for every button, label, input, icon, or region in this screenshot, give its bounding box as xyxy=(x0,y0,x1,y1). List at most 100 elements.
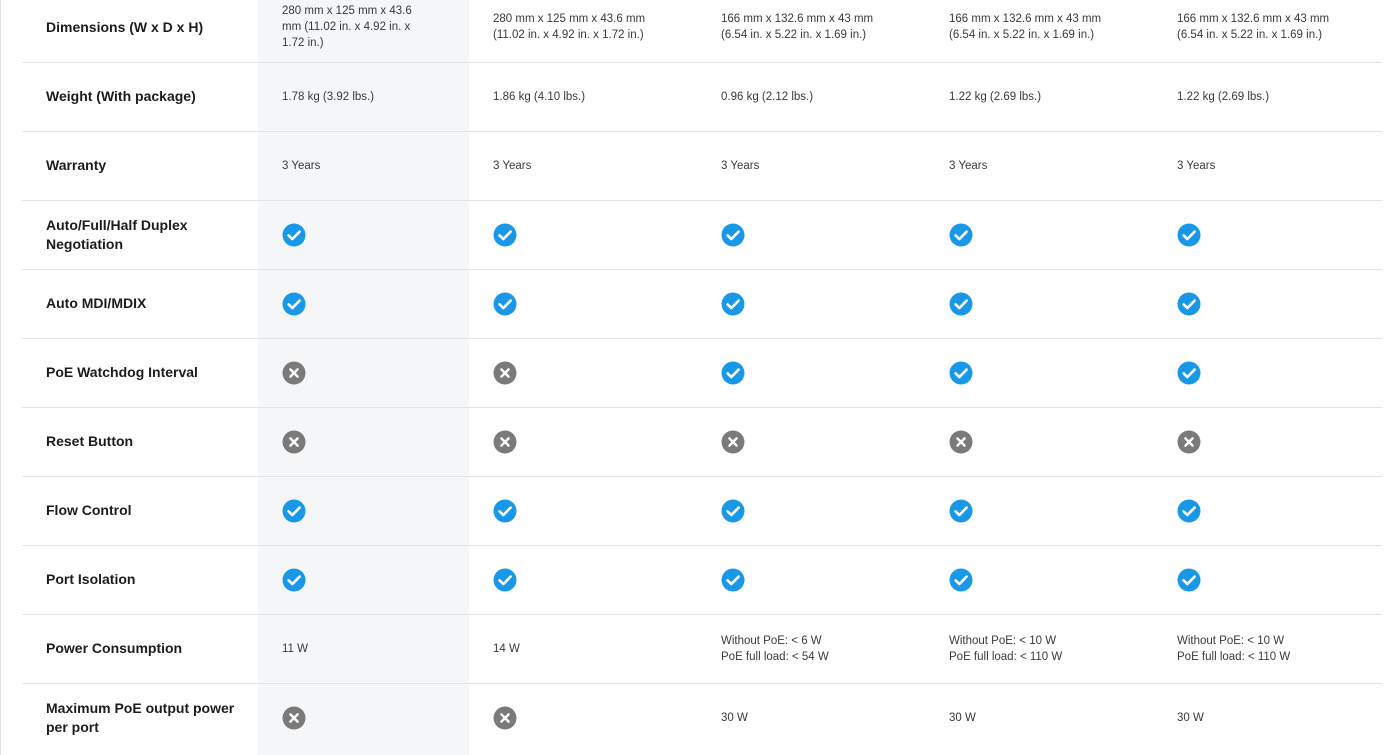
spec-value-text: 3 Years xyxy=(721,159,760,172)
x-circle-icon xyxy=(1177,430,1201,454)
spec-cell: 1.86 kg (4.10 lbs.) xyxy=(469,62,697,132)
spec-row-label: Weight (With package) xyxy=(22,62,258,132)
spec-value-text: 280 mm x 125 mm x 43.6 mm xyxy=(493,13,646,26)
spec-value-text: 280 mm x 125 mm x 43.6 xyxy=(282,5,412,18)
spec-value-text: 1.22 kg (2.69 lbs.) xyxy=(1177,90,1270,103)
spec-cell: 3 Years xyxy=(469,131,697,201)
check-circle-icon xyxy=(493,292,517,316)
spec-cell xyxy=(258,683,469,752)
spec-cell: 30 W xyxy=(925,683,1153,752)
x-circle-icon xyxy=(282,706,306,730)
spec-cell: Without PoE: < 10 W PoE full load: < 110 … xyxy=(1153,614,1382,684)
spec-comparison-table: Dimensions (W x D x H) 280 mm x 125 mm x … xyxy=(22,0,1382,752)
spec-value-text: Without PoE: < 6 W xyxy=(721,634,822,647)
spec-cell xyxy=(258,407,469,477)
spec-value-text: PoE full load: < 110 W xyxy=(1177,650,1291,663)
spec-row-label: Flow Control xyxy=(22,476,258,546)
spec-cell: Without PoE: < 6 W PoE full load: < 54 W xyxy=(697,614,925,684)
spec-cell: 11 W xyxy=(258,614,469,684)
spec-cell: 166 mm x 132.6 mm x 43 mm (6.54 in. x 5.2… xyxy=(1153,0,1382,63)
spec-cell: 166 mm x 132.6 mm x 43 mm (6.54 in. x 5.2… xyxy=(925,0,1153,63)
spec-table-body: Dimensions (W x D x H) 280 mm x 125 mm x … xyxy=(22,0,1382,752)
spec-value-text: 1.72 in.) xyxy=(282,37,324,50)
spec-value-text: 1.86 kg (4.10 lbs.) xyxy=(493,90,586,103)
spec-cell: Without PoE: < 10 W PoE full load: < 110 … xyxy=(925,614,1153,684)
x-circle-icon xyxy=(493,706,517,730)
spec-value-text: (6.54 in. x 5.22 in. x 1.69 in.) xyxy=(721,29,867,42)
spec-value-text: 3 Years xyxy=(949,159,988,172)
spec-cell: 30 W xyxy=(697,683,925,752)
spec-row: Flow Control xyxy=(22,476,1382,546)
spec-row-label: Auto MDI/MDIX xyxy=(22,269,258,339)
x-circle-icon xyxy=(493,430,517,454)
x-circle-icon xyxy=(282,430,306,454)
left-border xyxy=(0,0,1,755)
spec-value-text: PoE full load: < 54 W xyxy=(721,650,829,663)
check-circle-icon xyxy=(721,568,745,592)
spec-cell xyxy=(1153,338,1382,408)
spec-value-text: 3 Years xyxy=(1177,159,1216,172)
spec-cell xyxy=(469,407,697,477)
spec-cell xyxy=(258,269,469,339)
spec-cell: 166 mm x 132.6 mm x 43 mm (6.54 in. x 5.2… xyxy=(697,0,925,63)
spec-row: Auto MDI/MDIX xyxy=(22,269,1382,339)
spec-cell xyxy=(1153,269,1382,339)
x-circle-icon xyxy=(949,430,973,454)
spec-cell xyxy=(697,476,925,546)
check-circle-icon xyxy=(1177,223,1201,247)
spec-cell: 0.96 kg (2.12 lbs.) xyxy=(697,62,925,132)
spec-value-text: mm (11.02 in. x 4.92 in. x xyxy=(282,21,411,34)
spec-cell xyxy=(258,338,469,408)
spec-cell xyxy=(697,407,925,477)
spec-cell xyxy=(258,545,469,615)
spec-cell xyxy=(469,269,697,339)
spec-value-text: 166 mm x 132.6 mm x 43 mm xyxy=(949,13,1102,26)
spec-row-label: Port Isolation xyxy=(22,545,258,615)
spec-value-text: 166 mm x 132.6 mm x 43 mm xyxy=(721,13,874,26)
spec-cell xyxy=(258,200,469,270)
spec-value-text: (11.02 in. x 4.92 in. x 1.72 in.) xyxy=(493,29,644,42)
check-circle-icon xyxy=(949,361,973,385)
spec-row: Dimensions (W x D x H) 280 mm x 125 mm x … xyxy=(22,0,1382,63)
spec-value-text: PoE full load: < 110 W xyxy=(949,650,1063,663)
spec-row-label: PoE Watchdog Interval xyxy=(22,338,258,408)
spec-cell: 3 Years xyxy=(1153,131,1382,201)
spec-value-text: 166 mm x 132.6 mm x 43 mm xyxy=(1177,13,1330,26)
spec-cell: 1.78 kg (3.92 lbs.) xyxy=(258,62,469,132)
spec-value-text: 3 Years xyxy=(493,159,532,172)
spec-value-text: (6.54 in. x 5.22 in. x 1.69 in.) xyxy=(949,29,1095,42)
spec-row: Maximum PoE output power per port 30 W 30 … xyxy=(22,683,1382,752)
spec-cell xyxy=(1153,200,1382,270)
spec-cell xyxy=(469,338,697,408)
spec-cell: 14 W xyxy=(469,614,697,684)
spec-value-text: 30 W xyxy=(721,711,748,724)
spec-value-text: 30 W xyxy=(949,711,976,724)
spec-comparison-page: Dimensions (W x D x H) 280 mm x 125 mm x … xyxy=(0,0,1400,755)
spec-cell: 3 Years xyxy=(925,131,1153,201)
spec-row-label: Dimensions (W x D x H) xyxy=(22,0,258,63)
spec-value-text: 3 Years xyxy=(282,159,321,172)
spec-cell xyxy=(925,545,1153,615)
spec-row: Power Consumption 11 W 14 W Without PoE: < … xyxy=(22,614,1382,684)
x-circle-icon xyxy=(282,361,306,385)
spec-row-label: Auto/Full/Half Duplex Negotiation xyxy=(22,200,258,270)
spec-cell xyxy=(925,200,1153,270)
x-circle-icon xyxy=(493,361,517,385)
spec-cell xyxy=(697,338,925,408)
spec-cell xyxy=(1153,476,1382,546)
spec-cell xyxy=(925,476,1153,546)
spec-cell xyxy=(697,269,925,339)
spec-cell xyxy=(469,683,697,752)
spec-cell xyxy=(1153,545,1382,615)
spec-row: Auto/Full/Half Duplex Negotiation xyxy=(22,200,1382,270)
spec-row: PoE Watchdog Interval xyxy=(22,338,1382,408)
spec-cell: 3 Years xyxy=(697,131,925,201)
spec-cell: 30 W xyxy=(1153,683,1382,752)
spec-cell xyxy=(925,338,1153,408)
check-circle-icon xyxy=(949,223,973,247)
spec-cell: 1.22 kg (2.69 lbs.) xyxy=(925,62,1153,132)
spec-cell: 1.22 kg (2.69 lbs.) xyxy=(1153,62,1382,132)
spec-cell xyxy=(469,476,697,546)
check-circle-icon xyxy=(282,292,306,316)
spec-row: Port Isolation xyxy=(22,545,1382,615)
